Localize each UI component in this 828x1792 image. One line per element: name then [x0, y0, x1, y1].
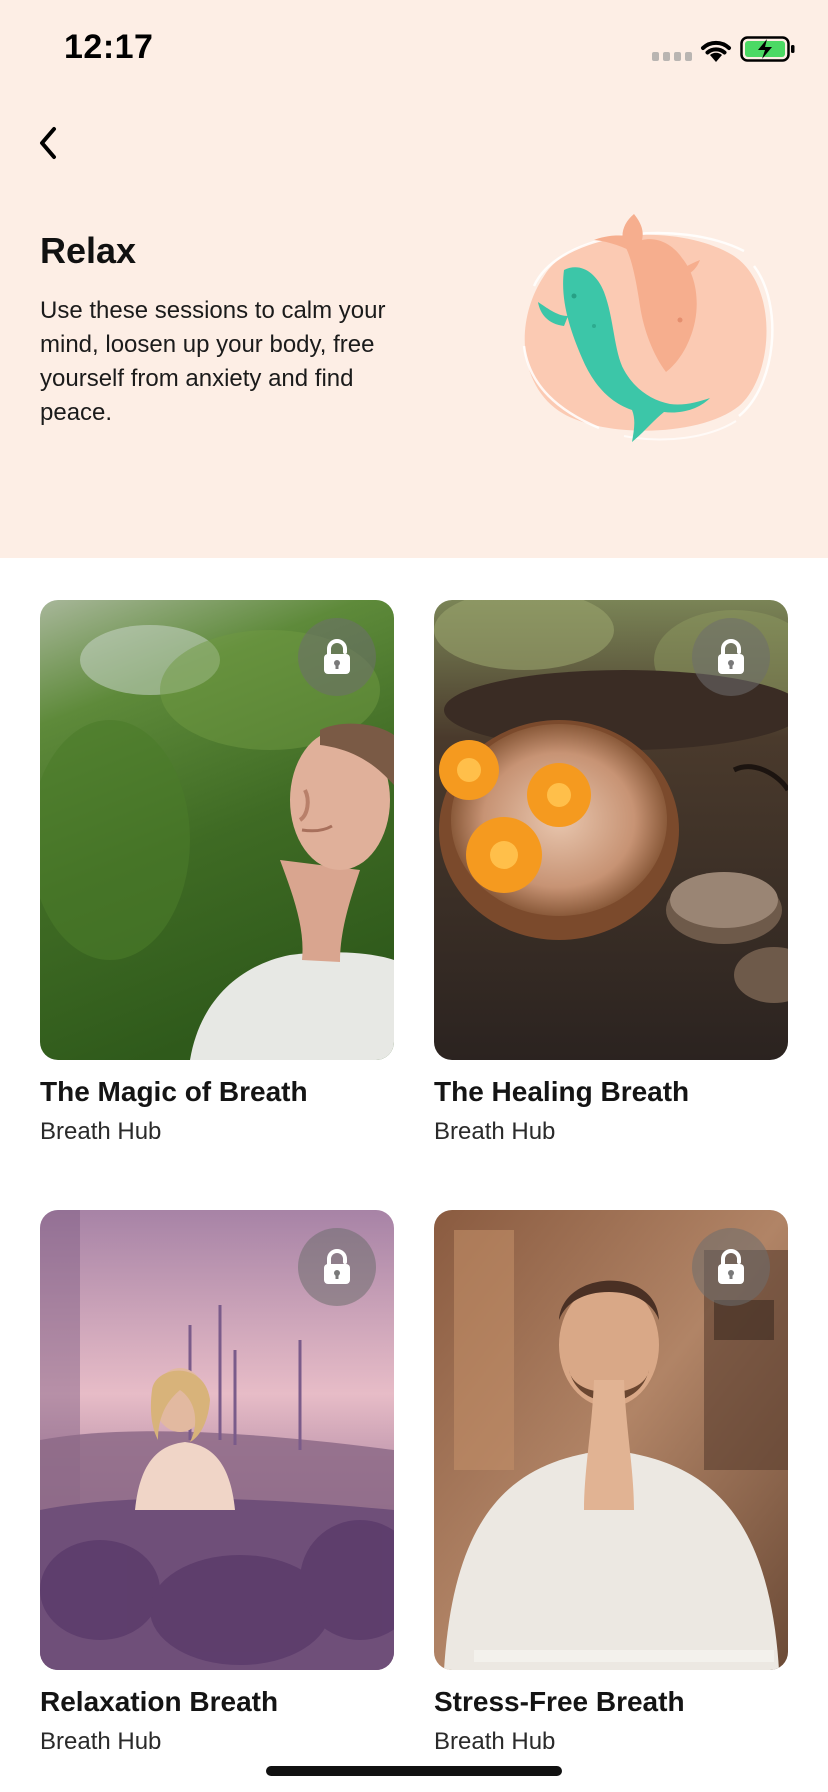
lock-button[interactable]	[692, 618, 770, 696]
lock-icon	[324, 639, 350, 674]
page-title: Relax	[40, 230, 137, 271]
back-button[interactable]	[28, 118, 68, 168]
page-description: Use these sessions to calm your mind, lo…	[40, 297, 386, 426]
home-indicator[interactable]	[266, 1766, 562, 1776]
cellular-signal-icon	[652, 52, 692, 61]
lock-button[interactable]	[692, 1228, 770, 1306]
lock-icon	[718, 1249, 744, 1284]
status-bar: 12:17	[0, 0, 828, 100]
lock-button[interactable]	[298, 618, 376, 696]
session-provider: Breath Hub	[434, 1728, 556, 1755]
session-title: Relaxation Breath	[40, 1686, 279, 1717]
session-card[interactable]: Stress-Free Breath Breath Hub	[434, 1210, 788, 1760]
session-image	[434, 1210, 788, 1670]
status-time: 12:17	[64, 28, 154, 66]
lock-icon	[324, 1249, 350, 1284]
session-title: The Healing Breath	[434, 1076, 690, 1107]
chevron-left-icon	[40, 127, 56, 159]
session-card[interactable]: Relaxation Breath Breath Hub	[40, 1210, 394, 1760]
session-card[interactable]: The Magic of Breath Breath Hub	[40, 600, 394, 1150]
lock-button[interactable]	[298, 1228, 376, 1306]
wifi-icon	[701, 40, 731, 62]
session-provider: Breath Hub	[40, 1728, 162, 1755]
session-title: Stress-Free Breath	[434, 1686, 685, 1717]
header-section: 12:17 Relax Use these sessions to calm y…	[0, 0, 828, 558]
session-provider: Breath Hub	[434, 1118, 556, 1145]
session-card[interactable]: The Healing Breath Breath Hub	[434, 600, 788, 1150]
lock-icon	[718, 639, 744, 674]
battery-charging-icon	[740, 36, 795, 62]
session-provider: Breath Hub	[40, 1118, 162, 1145]
koi-fish-illustration	[522, 214, 774, 442]
session-image	[40, 600, 394, 1060]
session-image	[40, 1210, 394, 1670]
session-title: The Magic of Breath	[40, 1076, 308, 1107]
session-image	[434, 600, 788, 1060]
